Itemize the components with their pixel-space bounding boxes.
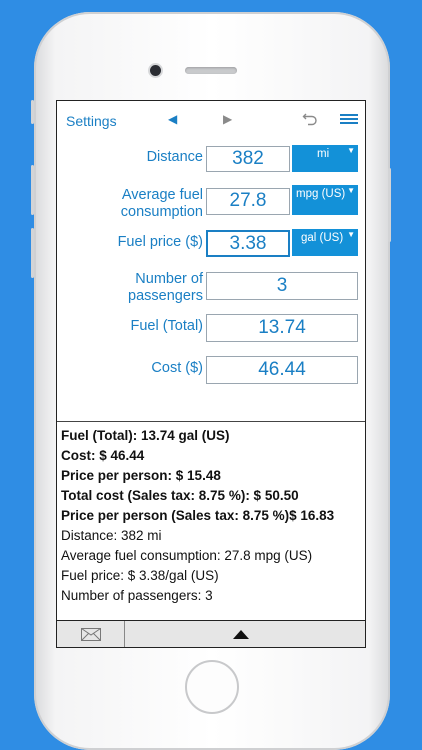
result-avg-consumption: Average fuel consumption: 27.8 mpg (US) <box>61 548 313 563</box>
calculator-panel: Settings ◀ ▶ Distance 382 mi ▼ Average f… <box>57 101 365 422</box>
result-distance: Distance: 382 mi <box>61 528 162 543</box>
result-total-cost-tax: Total cost (Sales tax: 8.75 %): $ 50.50 <box>61 488 299 503</box>
result-cost: Cost: $ 46.44 <box>61 448 145 463</box>
fuel-total-label: Fuel (Total) <box>130 318 203 334</box>
app-screen: Settings ◀ ▶ Distance 382 mi ▼ Average f… <box>56 100 366 648</box>
undo-icon[interactable] <box>302 111 318 127</box>
fuel-price-input[interactable]: 3.38 <box>206 230 290 257</box>
power-button <box>388 168 391 242</box>
cost-label: Cost ($) <box>151 360 203 376</box>
distance-unit-select[interactable]: mi ▼ <box>292 145 358 172</box>
fuel-price-unit-select[interactable]: gal (US) ▼ <box>292 229 358 256</box>
mute-switch <box>31 100 34 124</box>
menu-icon[interactable] <box>340 114 358 126</box>
consumption-label: Average fuel consumption <box>87 187 203 221</box>
left-arrow-icon[interactable]: ◀ <box>168 112 177 126</box>
result-passengers: Number of passengers: 3 <box>61 588 213 603</box>
cost-output: 46.44 <box>206 356 358 384</box>
passengers-input[interactable]: 3 <box>206 272 358 300</box>
fuel-price-unit-label: gal (US) <box>301 232 344 244</box>
result-fuel-price: Fuel price: $ 3.38/gal (US) <box>61 568 219 583</box>
distance-unit-label: mi <box>317 148 330 160</box>
right-arrow-icon[interactable]: ▶ <box>223 112 232 126</box>
volume-up-button <box>31 165 34 215</box>
dropdown-caret-icon: ▼ <box>347 230 355 239</box>
consumption-unit-label: mpg (US) <box>296 188 346 200</box>
volume-down-button <box>31 228 34 278</box>
distance-label: Distance <box>146 149 203 165</box>
home-button[interactable] <box>185 660 239 714</box>
result-price-per-person-tax: Price per person (Sales tax: 8.75 %)$ 16… <box>61 508 335 523</box>
consumption-unit-select[interactable]: mpg (US) ▼ <box>292 185 358 215</box>
triangle-up-icon[interactable] <box>233 630 249 639</box>
result-price-per-person: Price per person: $ 15.48 <box>61 468 221 483</box>
speaker-grille <box>185 67 237 74</box>
navbar: Settings ◀ ▶ <box>57 101 365 137</box>
fuel-price-label: Fuel price ($) <box>117 234 203 250</box>
results-summary: Fuel (Total): 13.74 gal (US) Cost: $ 46.… <box>61 426 365 606</box>
dropdown-caret-icon: ▼ <box>347 146 355 155</box>
passengers-label-line2: passengers <box>128 288 203 304</box>
passengers-label-line1: Number of <box>135 271 203 287</box>
front-camera <box>150 65 161 76</box>
mail-icon <box>81 628 101 641</box>
consumption-label-line1: Average fuel <box>121 187 203 203</box>
distance-input[interactable]: 382 <box>206 146 290 172</box>
passengers-label: Number of passengers <box>87 271 203 305</box>
result-fuel-total: Fuel (Total): 13.74 gal (US) <box>61 428 230 443</box>
consumption-label-line2: consumption <box>120 204 203 220</box>
bottom-toolbar <box>57 620 365 647</box>
dropdown-caret-icon: ▼ <box>347 186 355 195</box>
settings-button[interactable]: Settings <box>66 113 117 129</box>
fuel-total-output: 13.74 <box>206 314 358 342</box>
mail-button[interactable] <box>57 621 125 647</box>
consumption-input[interactable]: 27.8 <box>206 188 290 215</box>
